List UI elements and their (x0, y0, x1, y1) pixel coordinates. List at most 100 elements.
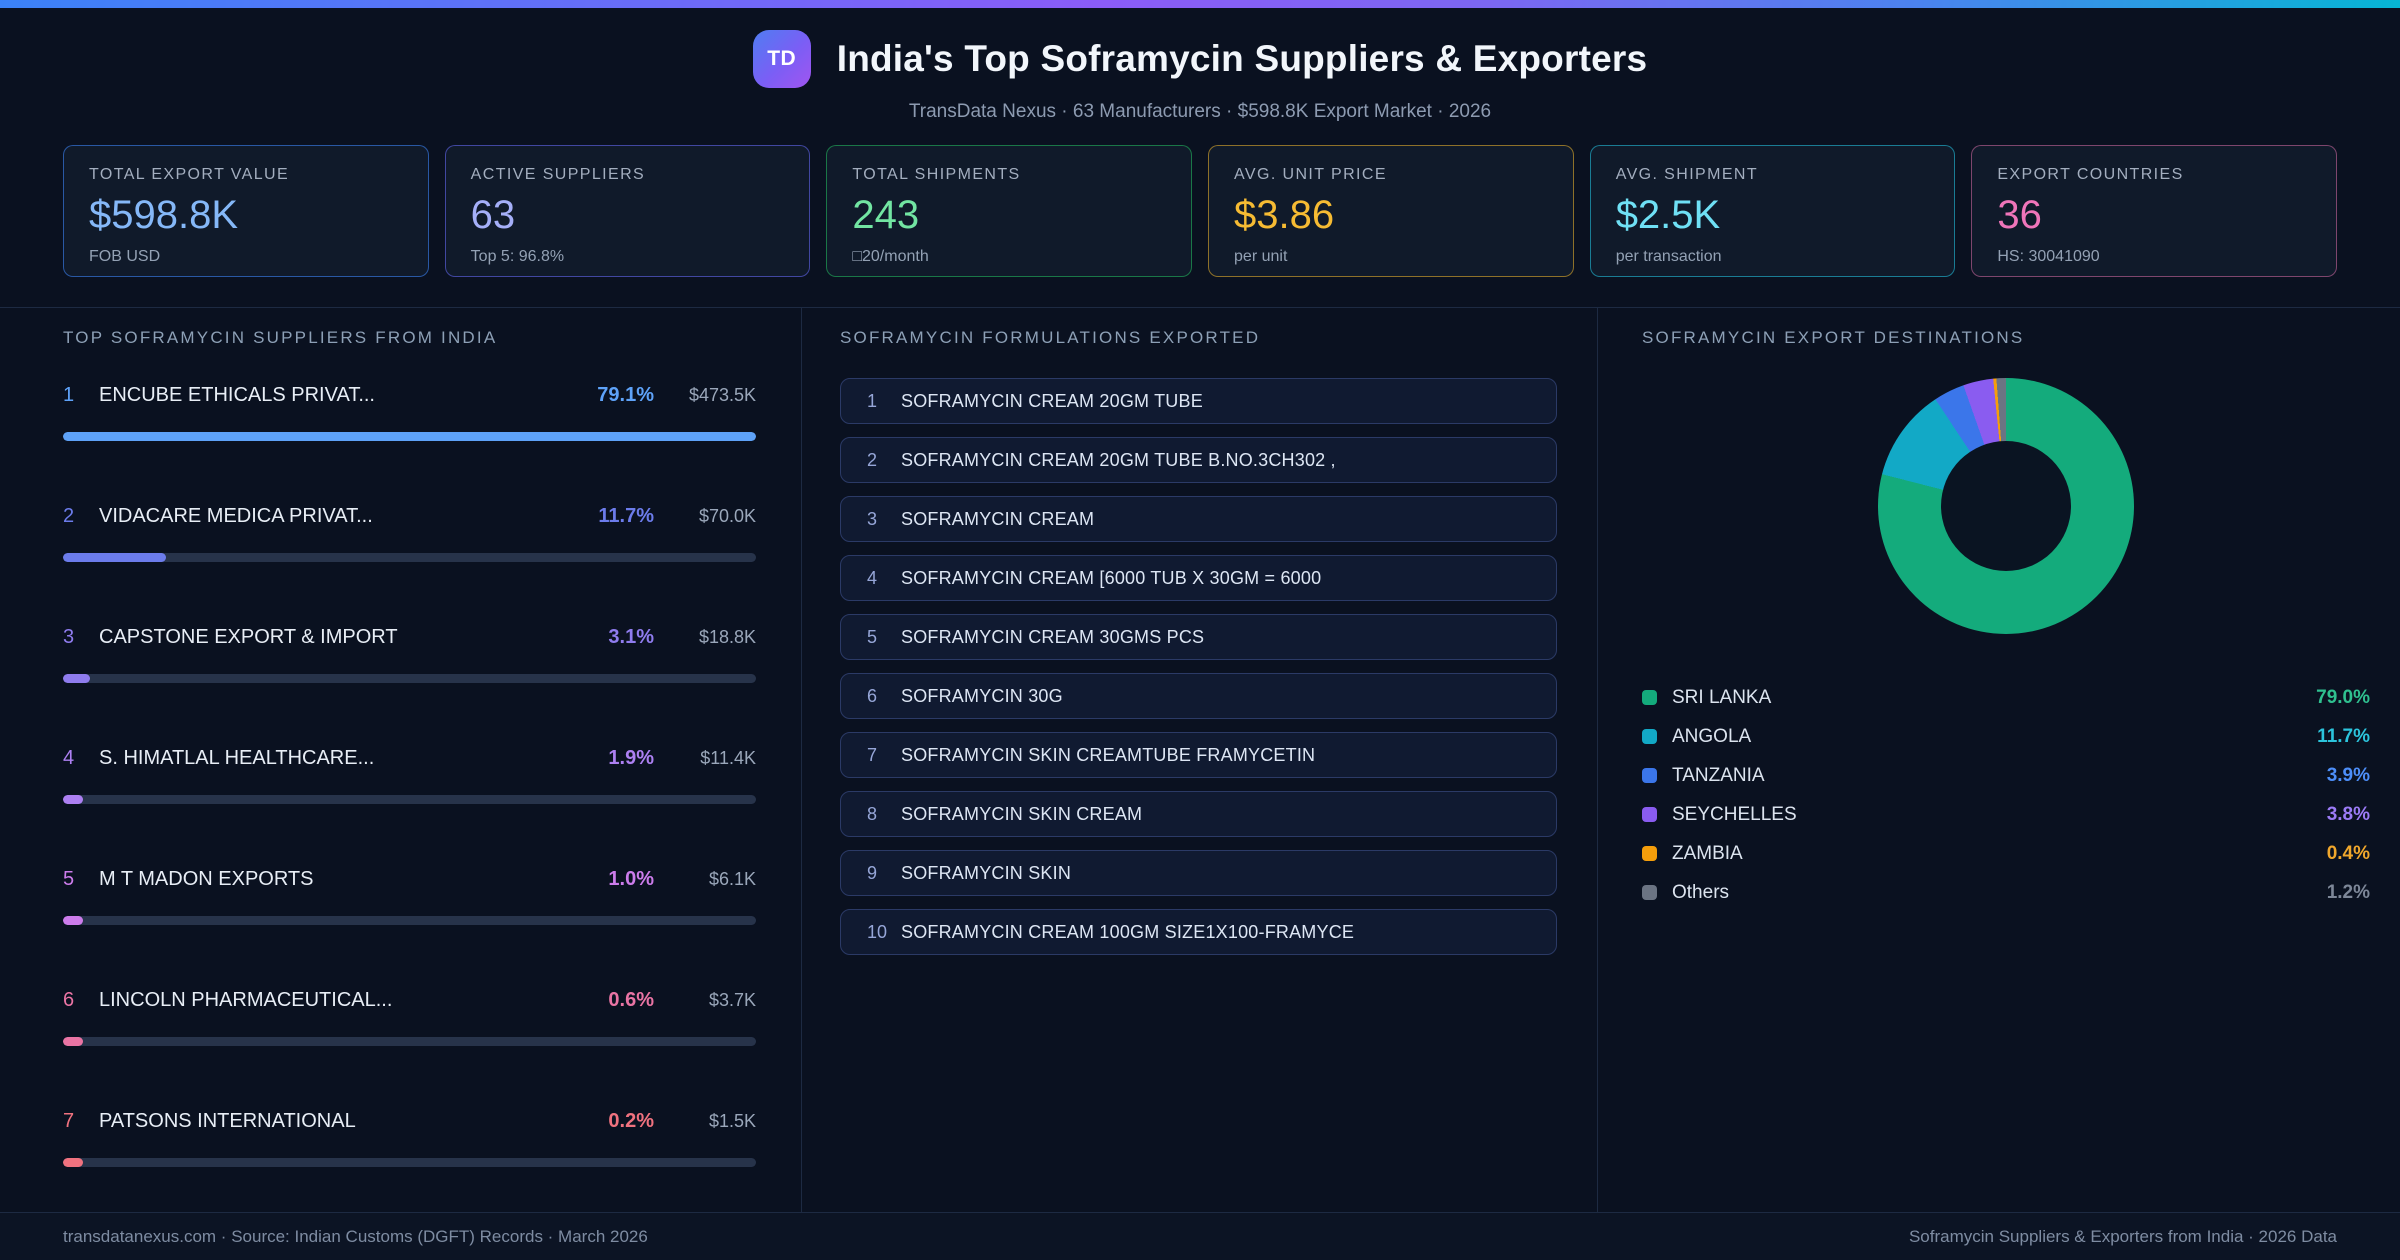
legend-country-label: ZAMBIA (1672, 842, 1743, 864)
formulation-rank: 5 (867, 626, 878, 647)
supplier-share-pct: 1.0% (608, 868, 654, 890)
formulation-item[interactable]: 2 SOFRAMYCIN CREAM 20GM TUBE B.NO.3CH302 … (840, 437, 1557, 483)
legend-swatch-icon (1642, 768, 1657, 783)
supplier-share-bar (63, 1037, 756, 1046)
stat-value: 63 (470, 193, 516, 237)
stat-sub: FOB USD (89, 248, 161, 265)
formulation-item[interactable]: 3 SOFRAMYCIN CREAM (840, 496, 1557, 542)
stat-sub: per unit (1234, 248, 1288, 265)
supplier-share-pct: 1.9% (608, 747, 654, 769)
stat-value: $3.86 (1234, 193, 1335, 237)
supplier-name: PATSONS INTERNATIONAL (99, 1110, 356, 1132)
supplier-row[interactable]: 1 ENCUBE ETHICALS PRIVAT... 79.1% $473.5K (63, 384, 756, 441)
page-title: India's Top Soframycin Suppliers & Expor… (836, 38, 1648, 79)
supplier-export-value: $11.4K (700, 748, 756, 768)
suppliers-list: 1 ENCUBE ETHICALS PRIVAT... 79.1% $473.5K 2 V… (63, 384, 756, 1167)
supplier-share-bar-fill (63, 1037, 83, 1046)
legend-share-pct: 1.2% (2326, 881, 2370, 903)
supplier-rank: 1 (63, 384, 75, 406)
supplier-name: M T MADON EXPORTS (99, 868, 314, 890)
stat-label: EXPORT COUNTRIES (1997, 166, 2184, 183)
supplier-rank: 6 (63, 989, 75, 1011)
legend-swatch-icon (1642, 885, 1657, 900)
legend-item[interactable]: Others 1.2% (1642, 873, 2370, 912)
stat-card: TOTAL SHIPMENTS 243 □20/month (826, 145, 1193, 277)
formulations-panel: SOFRAMYCIN FORMULATIONS EXPORTED 1 SOFRAM… (801, 308, 1598, 1212)
supplier-share-pct: 79.1% (597, 384, 654, 406)
formulation-item[interactable]: 7 SOFRAMYCIN SKIN CREAMTUBE FRAMYCETIN (840, 732, 1557, 778)
formulation-rank: 8 (867, 803, 878, 824)
supplier-share-pct: 0.2% (608, 1110, 654, 1132)
stat-value: 36 (1997, 193, 2042, 237)
supplier-share-bar-fill (63, 795, 83, 804)
dashboard-page: TD India's Top Soframycin Suppliers & Ex… (0, 0, 2400, 1260)
supplier-name: ENCUBE ETHICALS PRIVAT... (99, 384, 375, 406)
supplier-export-value: $18.8K (698, 627, 756, 647)
supplier-row[interactable]: 4 S. HIMATLAL HEALTHCARE... 1.9% $11.4K (63, 747, 756, 804)
stat-value: $598.8K (89, 193, 239, 237)
formulation-item[interactable]: 1 SOFRAMYCIN CREAM 20GM TUBE (840, 378, 1557, 424)
supplier-name: CAPSTONE EXPORT & IMPORT (99, 626, 398, 648)
supplier-row-header: 5 M T MADON EXPORTS 1.0% $6.1K (63, 868, 756, 891)
supplier-row[interactable]: 6 LINCOLN PHARMACEUTICAL... 0.6% $3.7K (63, 989, 756, 1046)
supplier-row[interactable]: 2 VIDACARE MEDICA PRIVAT... 11.7% $70.0K (63, 505, 756, 562)
supplier-share-bar (63, 432, 756, 441)
legend-share-pct: 11.7% (2317, 725, 2370, 747)
formulation-rank: 4 (867, 567, 878, 588)
supplier-share-pct: 3.1% (608, 626, 654, 648)
formulation-item[interactable]: 5 SOFRAMYCIN CREAM 30GMS PCS (840, 614, 1557, 660)
legend-country-label: SRI LANKA (1672, 686, 1772, 708)
formulation-item[interactable]: 8 SOFRAMYCIN SKIN CREAM (840, 791, 1557, 837)
legend-share-pct: 3.8% (2326, 803, 2370, 825)
brand-logo: TD (752, 30, 811, 88)
supplier-row[interactable]: 7 PATSONS INTERNATIONAL 0.2% $1.5K (63, 1110, 756, 1167)
legend-country-label: SEYCHELLES (1672, 803, 1797, 825)
formulation-rank: 10 (867, 921, 888, 942)
footer-source-text: transdatanexus.com · Source: Indian Cust… (63, 1226, 648, 1246)
supplier-rank: 4 (63, 747, 75, 769)
formulation-name: SOFRAMYCIN SKIN CREAM (901, 803, 1143, 824)
supplier-share-bar (63, 674, 756, 683)
supplier-row-header: 3 CAPSTONE EXPORT & IMPORT 3.1% $18.8K (63, 626, 756, 649)
stat-label: ACTIVE SUPPLIERS (470, 166, 646, 183)
stat-label: AVG. SHIPMENT (1615, 166, 1759, 183)
formulation-item[interactable]: 10 SOFRAMYCIN CREAM 100GM SIZE1X100-FRAMY… (840, 909, 1557, 955)
accent-gradient-bar (0, 0, 2400, 8)
formulation-item[interactable]: 4 SOFRAMYCIN CREAM [6000 TUB X 30GM = 600… (840, 555, 1557, 601)
supplier-share-bar (63, 916, 756, 925)
stat-sub: □20/month (852, 248, 929, 265)
formulation-rank: 9 (867, 862, 878, 883)
header: TD India's Top Soframycin Suppliers & Ex… (0, 8, 2400, 123)
formulation-item[interactable]: 9 SOFRAMYCIN SKIN (840, 850, 1557, 896)
legend-item[interactable]: ZAMBIA 0.4% (1642, 834, 2370, 873)
formulation-name: SOFRAMYCIN SKIN (901, 862, 1072, 883)
formulation-name: SOFRAMYCIN CREAM (901, 508, 1095, 529)
supplier-share-bar-fill (63, 432, 756, 441)
supplier-row[interactable]: 5 M T MADON EXPORTS 1.0% $6.1K (63, 868, 756, 925)
stat-label: TOTAL EXPORT VALUE (89, 166, 290, 183)
formulations-section-title: SOFRAMYCIN FORMULATIONS EXPORTED (840, 328, 1261, 347)
legend-item[interactable]: TANZANIA 3.9% (1642, 756, 2370, 795)
legend-share-pct: 79.0% (2316, 686, 2370, 708)
legend-item[interactable]: SRI LANKA 79.0% (1642, 678, 2370, 717)
supplier-share-bar-fill (63, 916, 83, 925)
stat-card: AVG. UNIT PRICE $3.86 per unit (1208, 145, 1574, 277)
stat-sub: per transaction (1615, 248, 1722, 265)
legend-country-label: ANGOLA (1672, 725, 1752, 747)
supplier-row-header: 1 ENCUBE ETHICALS PRIVAT... 79.1% $473.5K (63, 384, 756, 407)
formulation-item[interactable]: 6 SOFRAMYCIN 30G (840, 673, 1557, 719)
formulation-name: SOFRAMYCIN CREAM 30GMS PCS (901, 626, 1205, 647)
supplier-row[interactable]: 3 CAPSTONE EXPORT & IMPORT 3.1% $18.8K (63, 626, 756, 683)
legend-item[interactable]: SEYCHELLES 3.8% (1642, 795, 2370, 834)
stat-card: TOTAL EXPORT VALUE $598.8K FOB USD (63, 145, 429, 277)
legend-item[interactable]: ANGOLA 11.7% (1642, 717, 2370, 756)
stat-value: 243 (852, 193, 920, 237)
formulation-rank: 3 (867, 508, 878, 529)
supplier-share-bar (63, 795, 756, 804)
legend-swatch-icon (1642, 729, 1657, 744)
legend-swatch-icon (1642, 846, 1657, 861)
formulation-name: SOFRAMYCIN 30G (901, 685, 1063, 706)
supplier-row-header: 2 VIDACARE MEDICA PRIVAT... 11.7% $70.0K (63, 505, 756, 528)
supplier-rank: 5 (63, 868, 75, 890)
supplier-row-header: 6 LINCOLN PHARMACEUTICAL... 0.6% $3.7K (63, 989, 756, 1012)
